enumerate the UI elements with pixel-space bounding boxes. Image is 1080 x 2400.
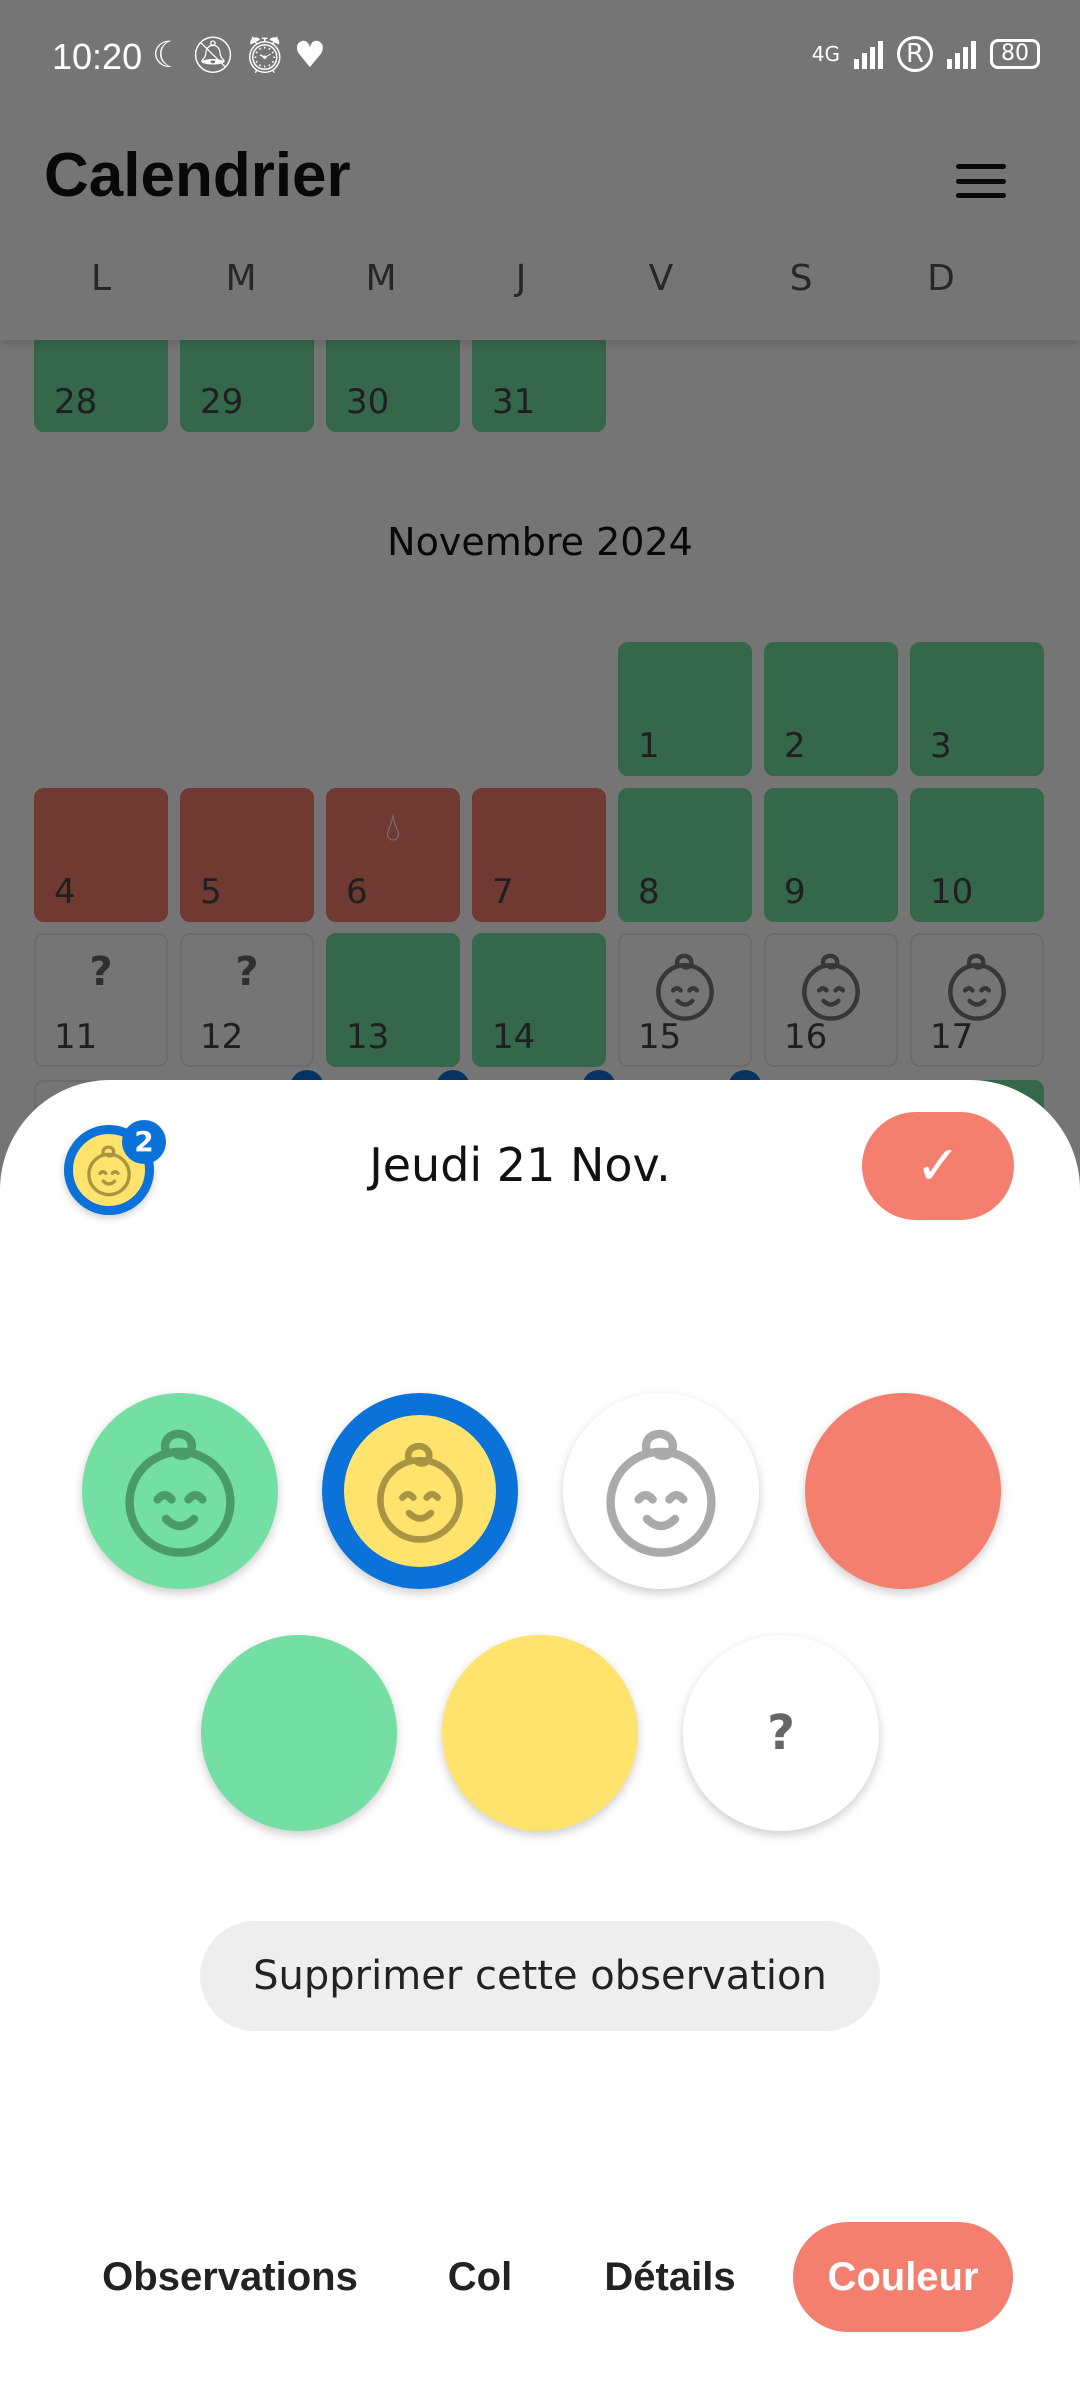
calendar-day[interactable]: 13 bbox=[326, 933, 460, 1067]
color-option-unknown[interactable]: ? bbox=[683, 1635, 879, 1831]
calendar-day[interactable]: 17 bbox=[910, 933, 1044, 1067]
tab-observations[interactable]: Observations bbox=[90, 2222, 370, 2332]
check-icon: ✓ bbox=[915, 1134, 961, 1197]
day-number: 4 bbox=[54, 872, 76, 912]
confirm-button[interactable]: ✓ bbox=[862, 1112, 1014, 1220]
question-icon: ? bbox=[235, 949, 259, 995]
tab-col[interactable]: Col bbox=[430, 2222, 530, 2332]
calendar-day[interactable]: 2 bbox=[764, 642, 898, 776]
battery-icon: 80 bbox=[990, 39, 1040, 69]
calendar-day[interactable]: 14 bbox=[472, 933, 606, 1067]
calendar-day[interactable]: ? 11 bbox=[34, 933, 168, 1067]
day-number: 12 bbox=[200, 1017, 244, 1057]
status-time: 10:20 bbox=[52, 36, 143, 77]
calendar-day[interactable]: 15 bbox=[618, 933, 752, 1067]
calendar-day[interactable]: 4 bbox=[34, 788, 168, 922]
baby-icon bbox=[591, 1421, 731, 1561]
weekday: M bbox=[225, 258, 257, 299]
day-number: 16 bbox=[784, 1017, 828, 1057]
drop-icon: 💧︎ bbox=[385, 804, 401, 850]
tab-couleur[interactable]: Couleur bbox=[793, 2222, 1013, 2332]
vibrate-off-icon: 🔕︎ bbox=[190, 35, 242, 76]
menu-icon[interactable] bbox=[956, 164, 1006, 198]
day-number: 8 bbox=[638, 872, 660, 912]
day-number: 5 bbox=[200, 872, 222, 912]
color-option-green-baby[interactable] bbox=[82, 1393, 278, 1589]
sheet-title: Jeudi 21 Nov. bbox=[369, 1138, 671, 1192]
observation-count-badge: 2 bbox=[122, 1120, 166, 1164]
calendar-day[interactable]: 9 bbox=[764, 788, 898, 922]
delete-observation-button[interactable]: Supprimer cette observation bbox=[200, 1921, 880, 2031]
roaming-icon: R bbox=[897, 36, 933, 72]
color-option-yellow[interactable] bbox=[442, 1635, 638, 1831]
alarm-icon: ⏰︎ bbox=[241, 35, 294, 76]
day-number: 1 bbox=[638, 726, 660, 766]
day-number: 13 bbox=[346, 1017, 390, 1057]
weekday: J bbox=[515, 258, 527, 299]
day-number: 11 bbox=[54, 1017, 98, 1057]
bottom-sheet: 2 Jeudi 21 Nov. ✓ ? Supprimer cette obse… bbox=[0, 1080, 1080, 2400]
calendar-day[interactable]: 16 bbox=[764, 933, 898, 1067]
color-option-white-baby[interactable] bbox=[563, 1393, 759, 1589]
color-option-red[interactable] bbox=[805, 1393, 1001, 1589]
baby-icon bbox=[365, 1436, 475, 1546]
tab-details[interactable]: Détails bbox=[590, 2222, 750, 2332]
heart-icon: ♥ bbox=[293, 35, 332, 76]
day-number: 30 bbox=[346, 382, 390, 422]
calendar-day[interactable]: 5 bbox=[180, 788, 314, 922]
weekday: S bbox=[789, 258, 813, 299]
day-number: 15 bbox=[638, 1017, 682, 1057]
day-number: 28 bbox=[54, 382, 98, 422]
weekday-row: L M M J V S D bbox=[34, 258, 1014, 299]
color-option-green[interactable] bbox=[201, 1635, 397, 1831]
bottom-tabs: Observations Col Détails Couleur bbox=[0, 2222, 1080, 2332]
calendar-day[interactable]: 1 bbox=[618, 642, 752, 776]
question-icon: ? bbox=[89, 949, 113, 995]
page-title: Calendrier bbox=[44, 141, 351, 210]
calendar-day[interactable]: 7 bbox=[472, 788, 606, 922]
day-number: 10 bbox=[930, 872, 974, 912]
day-number: 3 bbox=[930, 726, 952, 766]
status-right: 4G R 80 bbox=[812, 36, 1040, 72]
month-label: Novembre 2024 bbox=[387, 520, 693, 564]
weekday: M bbox=[365, 258, 397, 299]
calendar-day[interactable]: 3 bbox=[910, 642, 1044, 776]
day-number: 17 bbox=[930, 1017, 974, 1057]
day-number: 9 bbox=[784, 872, 806, 912]
signal-icon-2 bbox=[947, 39, 976, 69]
question-icon: ? bbox=[767, 1705, 795, 1761]
moon-icon: ☾ bbox=[152, 35, 191, 76]
calendar-day[interactable]: 8 bbox=[618, 788, 752, 922]
signal-icon bbox=[854, 39, 883, 69]
day-number: 14 bbox=[492, 1017, 536, 1057]
baby-icon bbox=[110, 1421, 250, 1561]
weekday: L bbox=[90, 258, 112, 299]
weekday: D bbox=[927, 258, 955, 299]
day-number: 29 bbox=[200, 382, 244, 422]
color-option-yellow-baby[interactable] bbox=[322, 1393, 518, 1589]
calendar-day[interactable]: 10 bbox=[910, 788, 1044, 922]
day-number: 31 bbox=[492, 382, 536, 422]
status-icons: ☾🔕︎⏰︎♥ bbox=[152, 34, 332, 76]
calendar-day[interactable]: 💧︎ 6 bbox=[326, 788, 460, 922]
calendar-day[interactable]: ? 12 bbox=[180, 933, 314, 1067]
status-bar: 10:20 ☾🔕︎⏰︎♥ 4G R 80 bbox=[0, 0, 1080, 110]
day-number: 7 bbox=[492, 872, 514, 912]
weekday: V bbox=[648, 258, 674, 299]
network-type: 4G bbox=[811, 42, 840, 66]
day-number: 6 bbox=[346, 872, 368, 912]
day-number: 2 bbox=[784, 726, 806, 766]
